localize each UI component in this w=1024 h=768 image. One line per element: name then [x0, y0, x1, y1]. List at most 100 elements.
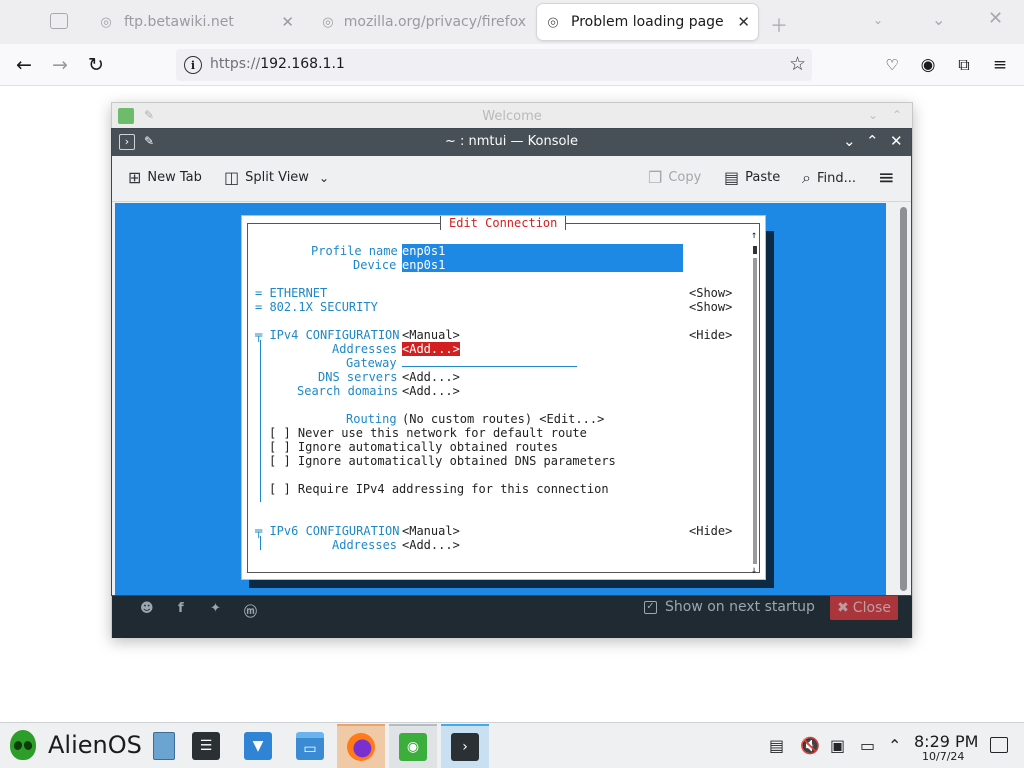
- scrollbar-thumb[interactable]: [753, 246, 757, 254]
- taskbar-konsole[interactable]: ›: [441, 724, 489, 768]
- menu-icon[interactable]: ≡: [988, 53, 1012, 77]
- taskbar-settings[interactable]: ☰: [182, 724, 230, 768]
- never-default-route-checkbox[interactable]: [ ] Never use this network for default r…: [269, 426, 587, 440]
- mastodon-icon[interactable]: ⓜ: [244, 601, 257, 620]
- security-label: 802.1X SECURITY: [269, 300, 378, 314]
- browser-tab-bar: ◎ ftp.betawiki.net ✕ ◎ mozilla.org/priva…: [0, 0, 1024, 44]
- ipv4-method-select[interactable]: <Manual>: [402, 328, 460, 342]
- ipv6-label: IPv6 CONFIGURATION: [269, 524, 400, 538]
- security-show-button[interactable]: <Show>: [689, 300, 732, 314]
- paste-button[interactable]: ▤ Paste: [724, 168, 780, 187]
- copy-button[interactable]: ❐ Copy: [648, 168, 701, 187]
- ignore-routes-checkbox[interactable]: [ ] Ignore automatically obtained routes: [269, 440, 558, 454]
- start-label: AlienOS: [48, 731, 142, 759]
- info-icon[interactable]: i: [184, 56, 202, 74]
- paste-label: Paste: [745, 170, 781, 185]
- split-view-button[interactable]: ◫ Split View ⌄: [224, 168, 329, 187]
- firefox-view-icon[interactable]: [50, 13, 68, 29]
- search-icon: ⌕: [802, 168, 811, 187]
- extensions-icon[interactable]: ⧉: [952, 53, 976, 77]
- ipv4-bracket-line: [260, 340, 261, 502]
- dialog-shadow: [766, 231, 774, 588]
- require-ipv4-checkbox[interactable]: [ ] Require IPv4 addressing for this con…: [269, 482, 609, 496]
- url-bar[interactable]: i https://192.168.1.1 ☆: [176, 49, 812, 81]
- gateway-field[interactable]: [402, 356, 577, 367]
- account-icon[interactable]: ◉: [916, 53, 940, 77]
- tab-label: Problem loading page: [571, 14, 724, 30]
- facebook-icon[interactable]: f: [178, 601, 184, 616]
- forward-icon[interactable]: →: [48, 53, 72, 77]
- routing-edit-button[interactable]: (No custom routes) <Edit...>: [402, 412, 604, 426]
- profile-name-field[interactable]: enp0s1: [402, 244, 683, 258]
- close-icon[interactable]: ✕: [988, 8, 1003, 29]
- taskbar-discover[interactable]: ▼: [234, 724, 282, 768]
- reload-icon[interactable]: ↻: [84, 53, 108, 77]
- tab-problem-loading[interactable]: ◎ Problem loading page ✕: [537, 4, 758, 40]
- ipv6-bracket-line: [260, 536, 261, 550]
- pager-icon[interactable]: [142, 724, 186, 768]
- bookmark-star-icon[interactable]: ☆: [789, 53, 806, 75]
- ipv6-method-select[interactable]: <Manual>: [402, 524, 460, 538]
- chevron-down-icon[interactable]: ⌄: [873, 13, 883, 27]
- taskbar-welcome[interactable]: ◉: [389, 724, 437, 768]
- taskbar-files[interactable]: ▭: [286, 724, 334, 768]
- scrollbar-thumb[interactable]: [900, 207, 907, 591]
- chevron-up-icon[interactable]: ⌃: [888, 736, 901, 755]
- minimize-icon[interactable]: ⌄: [843, 132, 856, 150]
- routing-label: Routing: [346, 412, 397, 426]
- minimize-icon[interactable]: ⌄: [868, 108, 878, 122]
- new-tab-button[interactable]: ⊞ New Tab: [128, 168, 202, 187]
- find-button[interactable]: ⌕ Find...: [802, 168, 856, 188]
- close-tab-icon[interactable]: ✕: [737, 13, 750, 31]
- hamburger-menu-icon[interactable]: ≡: [878, 165, 895, 189]
- network-disconnected-icon[interactable]: ▭: [860, 736, 875, 755]
- save-drive-icon[interactable]: ▣: [830, 736, 845, 755]
- addresses-label: Addresses: [332, 342, 398, 356]
- ipv6-hide-button[interactable]: <Hide>: [689, 524, 732, 538]
- reddit-icon[interactable]: ☻: [140, 601, 154, 616]
- close-button[interactable]: ✖ Close: [830, 595, 898, 620]
- close-icon[interactable]: ✕: [890, 132, 903, 150]
- scrollbar-track[interactable]: [753, 258, 757, 564]
- ipv4-label: IPv4 CONFIGURATION: [269, 328, 400, 342]
- dns-add-button[interactable]: <Add...>: [402, 370, 460, 384]
- twitter-icon[interactable]: ✦: [210, 601, 221, 616]
- clipboard-icon[interactable]: ▤: [769, 736, 784, 755]
- scroll-up-arrow-icon[interactable]: ↑: [751, 230, 757, 241]
- addresses-add-button[interactable]: <Add...>: [402, 342, 460, 356]
- ipv6-addresses-add-button[interactable]: <Add...>: [402, 538, 460, 552]
- clock-date[interactable]: 10/7/24: [922, 750, 964, 763]
- maximize-icon[interactable]: ⌃: [866, 132, 879, 150]
- clock-time[interactable]: 8:29 PM: [914, 732, 978, 751]
- show-on-startup-checkbox[interactable]: ✓ Show on next startup: [644, 599, 815, 615]
- scroll-down-arrow-icon[interactable]: ↓: [751, 565, 757, 576]
- search-domains-add-button[interactable]: <Add...>: [402, 384, 460, 398]
- device-field[interactable]: enp0s1: [402, 258, 683, 272]
- close-tab-icon[interactable]: ✕: [281, 13, 294, 31]
- taskbar-firefox[interactable]: [337, 724, 385, 768]
- new-tab-icon[interactable]: ＋: [770, 12, 788, 38]
- dialog-scrollbar[interactable]: ↑ ↓: [751, 230, 759, 576]
- welcome-titlebar: ✎ Welcome ⌄ ⌃: [112, 103, 912, 130]
- tab-mozilla-privacy[interactable]: ◎ mozilla.org/privacy/firefox: [318, 4, 526, 40]
- globe-icon: ◎: [547, 14, 559, 30]
- show-desktop-icon[interactable]: [990, 737, 1008, 753]
- ignore-dns-checkbox[interactable]: [ ] Ignore automatically obtained DNS pa…: [269, 454, 616, 468]
- ethernet-show-button[interactable]: <Show>: [689, 286, 732, 300]
- ipv4-hide-button[interactable]: <Hide>: [689, 328, 732, 342]
- konsole-toolbar: ⊞ New Tab ◫ Split View ⌄ ❐ Copy ▤ Paste …: [112, 156, 911, 202]
- pocket-icon[interactable]: ♡: [880, 53, 904, 77]
- application-launcher[interactable]: AlienOS: [10, 730, 142, 760]
- folder-icon: ▭: [296, 732, 324, 760]
- close-x-icon: ✖: [837, 599, 849, 616]
- maximize-icon[interactable]: ⌃: [892, 108, 902, 122]
- terminal-scrollbar[interactable]: [897, 203, 910, 595]
- device-value: enp0s1: [402, 258, 446, 272]
- volume-muted-icon[interactable]: 🔇: [800, 736, 820, 755]
- ipv4-section: ╤ IPv4 CONFIGURATION: [255, 328, 400, 342]
- minimize-icon[interactable]: ⌄: [932, 10, 945, 29]
- welcome-app-icon: ◉: [399, 733, 427, 761]
- back-icon[interactable]: ←: [12, 53, 36, 77]
- url-text[interactable]: https://192.168.1.1: [210, 56, 345, 72]
- tab-betawiki[interactable]: ◎ ftp.betawiki.net ✕: [92, 4, 302, 40]
